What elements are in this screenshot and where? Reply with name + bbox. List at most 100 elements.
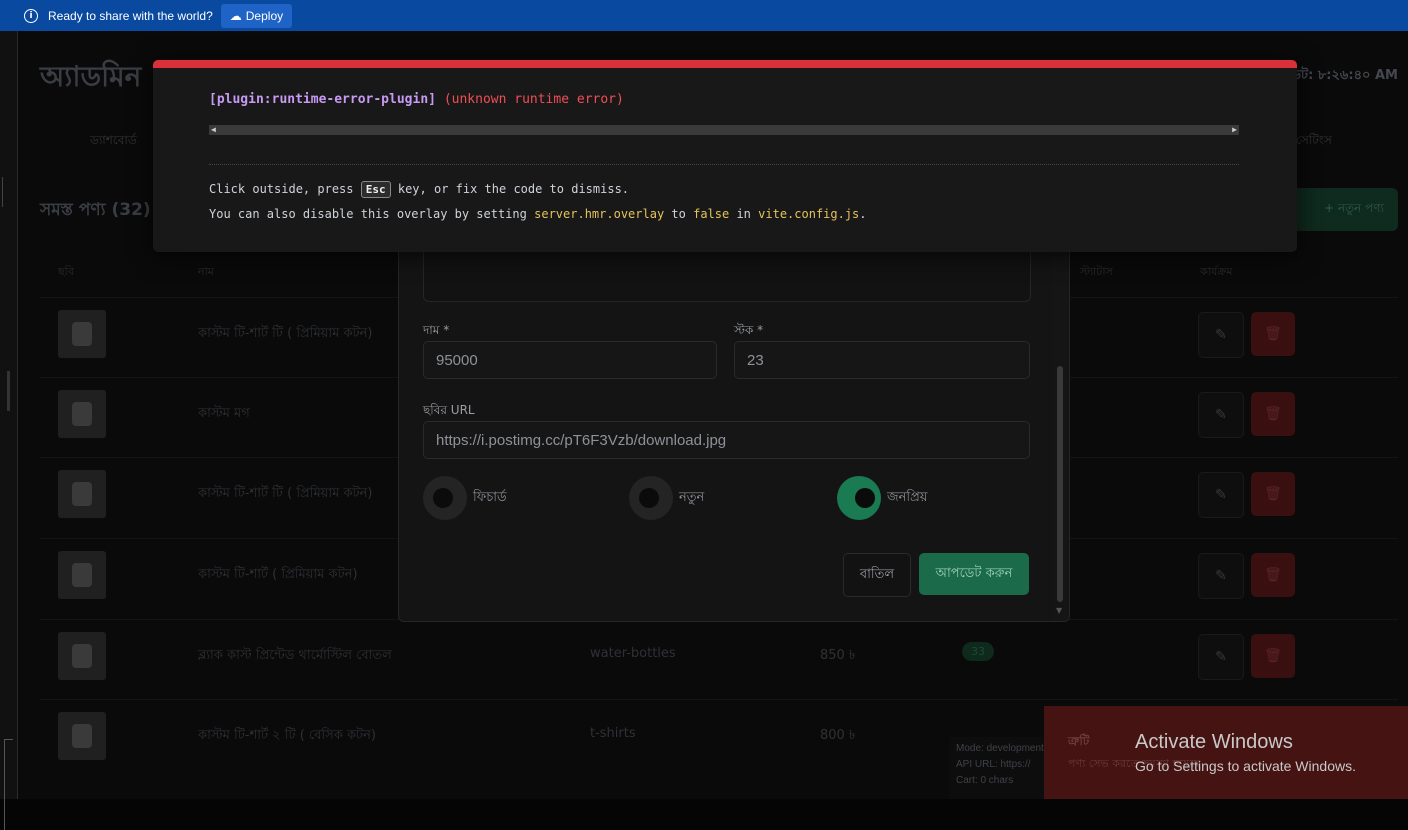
edge-mark — [2, 177, 9, 207]
pencil-icon: ✎ — [1215, 407, 1227, 423]
new-label: নতুন — [679, 489, 705, 505]
image-url-label: ছবির URL — [423, 403, 475, 417]
featured-label: ফিচার্ড — [473, 489, 507, 505]
tip-text: key, or fix the code to dismiss. — [397, 182, 630, 196]
dismiss-tip: Click outside, press Esc key, or fix the… — [209, 181, 629, 198]
tip-text: in — [736, 207, 751, 221]
modal-scrollbar[interactable]: ▼ — [1053, 216, 1067, 621]
product-thumbnail — [58, 551, 106, 599]
nav-settings[interactable]: সেটিংস — [1296, 132, 1332, 152]
toast-title: ত্রুটি — [1068, 734, 1090, 748]
delete-button[interactable]: 🗑 — [1251, 392, 1295, 436]
edge-mark — [4, 739, 13, 830]
trash-icon: 🗑 — [1264, 486, 1282, 502]
horizontal-scrollbar[interactable]: ◀ ▶ — [209, 125, 1239, 135]
error-plugin-name: [plugin:runtime-error-plugin] — [209, 92, 436, 107]
scroll-left-arrow[interactable]: ◀ — [211, 125, 216, 135]
price-input[interactable]: 95000 — [423, 341, 717, 379]
tip-text: . — [859, 207, 867, 221]
error-message: (unknown runtime error) — [443, 92, 624, 107]
esc-key: Esc — [360, 181, 391, 198]
vite-error-overlay: [plugin:runtime-error-plugin] (unknown r… — [153, 60, 1297, 252]
scroll-down-arrow[interactable]: ▼ — [1056, 606, 1062, 615]
left-edge-panel — [0, 31, 18, 830]
nav-dashboard[interactable]: ড্যাশবোর্ড — [90, 132, 137, 152]
pencil-icon: ✎ — [1215, 327, 1227, 343]
column-header-name: নাম — [198, 265, 214, 278]
popular-switch[interactable] — [837, 476, 881, 520]
image-url-input[interactable]: https://i.postimg.cc/pT6F3Vzb/download.j… — [423, 421, 1030, 459]
product-name: ব্ল্যাক কাস্ট প্রিন্টেড থার্মোস্টিল বোতল — [198, 648, 392, 663]
banner-message: Ready to share with the world? — [48, 8, 213, 23]
column-header-image: ছবি — [58, 265, 74, 278]
page-title: অ্যাডমিন — [40, 60, 142, 93]
delete-button[interactable]: 🗑 — [1251, 312, 1295, 356]
new-switch[interactable] — [629, 476, 673, 520]
deploy-label: Deploy — [245, 8, 284, 23]
trash-icon: 🗑 — [1264, 648, 1282, 664]
windows-activation-watermark: Activate Windows Go to Settings to activ… — [1135, 731, 1356, 774]
watermark-title: Activate Windows — [1135, 731, 1293, 753]
config-file: vite.config.js — [758, 207, 860, 221]
edit-button[interactable]: ✎ — [1198, 312, 1244, 358]
tip-text: to — [671, 207, 686, 221]
edit-button[interactable]: ✎ — [1198, 553, 1244, 599]
product-thumbnail — [58, 470, 106, 518]
deploy-button[interactable]: ☁ Deploy — [220, 3, 293, 28]
edit-product-modal: দাম * 95000 স্টক * 23 ছবির URL https://i… — [398, 215, 1070, 622]
tip-text: You can also disable this overlay by set… — [209, 207, 527, 221]
product-thumbnail — [58, 632, 106, 680]
disable-tip: You can also disable this overlay by set… — [209, 207, 867, 221]
edit-button[interactable]: ✎ — [1198, 472, 1244, 518]
config-key: server.hmr.overlay — [534, 207, 665, 221]
dev-mode: Mode: development — [956, 743, 1044, 754]
update-button[interactable]: আপডেট করুন — [919, 553, 1029, 595]
dev-api-url: API URL: https:// — [956, 759, 1031, 770]
pencil-icon: ✎ — [1215, 568, 1227, 584]
delete-button[interactable]: 🗑 — [1251, 634, 1295, 678]
tip-text: Click outside, press — [209, 182, 354, 196]
featured-toggle[interactable]: ফিচার্ড — [423, 476, 507, 520]
watermark-subtitle: Go to Settings to activate Windows. — [1135, 758, 1356, 774]
new-toggle[interactable]: নতুন — [629, 476, 704, 520]
column-header-actions: কার্যক্রম — [1200, 265, 1233, 278]
scrollbar-thumb[interactable] — [1057, 366, 1063, 602]
product-thumbnail — [58, 310, 106, 358]
popular-toggle[interactable]: জনপ্রিয় — [837, 476, 927, 520]
price-label: দাম * — [423, 323, 450, 337]
divider — [209, 164, 1239, 165]
product-category: water-bottles — [590, 646, 676, 661]
deploy-banner: i Ready to share with the world? ☁ Deplo… — [0, 0, 1408, 31]
pencil-icon: ✎ — [1215, 487, 1227, 503]
stock-input[interactable]: 23 — [734, 341, 1030, 379]
trash-icon: 🗑 — [1264, 567, 1282, 583]
deploy-icon: ☁ — [229, 8, 242, 23]
scroll-right-arrow[interactable]: ▶ — [1232, 125, 1237, 135]
edit-button[interactable]: ✎ — [1198, 392, 1244, 438]
dev-cart: Cart: 0 chars — [956, 775, 1014, 786]
info-icon: i — [24, 8, 38, 23]
stock-badge: 33 — [962, 642, 994, 661]
product-name: কাস্টম টি-শার্ট ( প্রিমিয়াম কটন) — [198, 567, 358, 582]
cancel-button[interactable]: বাতিল — [843, 553, 911, 597]
product-thumbnail — [58, 390, 106, 438]
pencil-icon: ✎ — [1215, 649, 1227, 665]
popular-label: জনপ্রিয় — [887, 489, 928, 505]
trash-icon: 🗑 — [1264, 326, 1282, 342]
trash-icon: 🗑 — [1264, 406, 1282, 422]
product-name: কাস্টম মগ — [198, 406, 250, 421]
stock-label: স্টক * — [734, 323, 764, 337]
product-name: কাস্টম টি-শার্ট টি ( প্রিমিয়াম কটন) — [198, 486, 373, 501]
delete-button[interactable]: 🗑 — [1251, 472, 1295, 516]
product-thumbnail — [58, 712, 106, 760]
edit-button[interactable]: ✎ — [1198, 634, 1244, 680]
table-row: ব্ল্যাক কাস্ট প্রিন্টেড থার্মোস্টিল বোতল… — [40, 619, 1398, 700]
config-value: false — [693, 207, 730, 221]
featured-switch[interactable] — [423, 476, 467, 520]
product-name: কাস্টম টি-শার্ট টি ( প্রিমিয়াম কটন) — [198, 326, 373, 341]
edge-resize-handle[interactable] — [7, 371, 10, 411]
product-price: 800 ৳ — [820, 728, 856, 743]
product-category: t-shirts — [590, 726, 636, 741]
delete-button[interactable]: 🗑 — [1251, 553, 1295, 597]
product-price: 850 ৳ — [820, 648, 856, 663]
